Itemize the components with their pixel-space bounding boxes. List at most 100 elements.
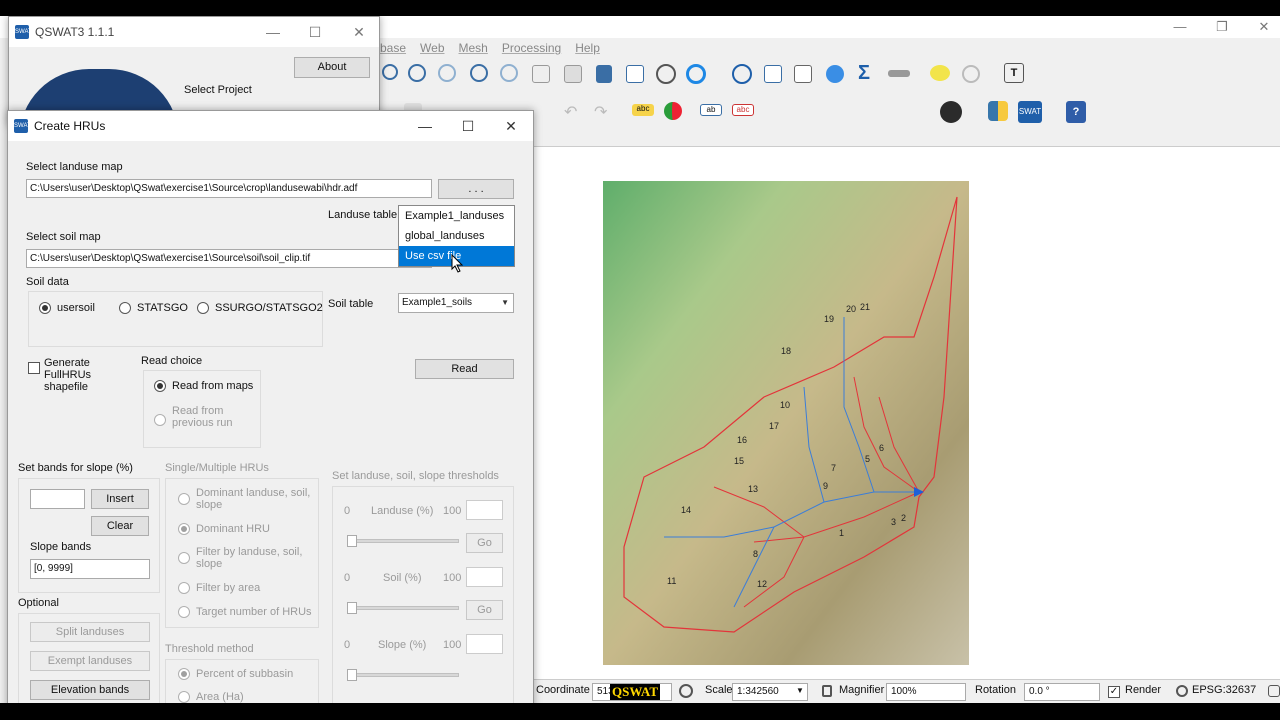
close-icon[interactable]: ✕: [1244, 16, 1280, 38]
help-icon[interactable]: ?: [1066, 101, 1086, 123]
soil-slider-track[interactable]: [347, 606, 459, 610]
attribute-table-icon[interactable]: [764, 65, 782, 83]
measure-icon[interactable]: [888, 70, 910, 77]
about-button[interactable]: About: [294, 57, 370, 78]
new-bookmark-icon[interactable]: [596, 65, 612, 83]
elevation-bands-button[interactable]: Elevation bands: [30, 680, 150, 700]
read-previous-radio[interactable]: [154, 414, 166, 426]
soil-go-button[interactable]: Go: [466, 600, 503, 620]
menu-database[interactable]: base: [380, 38, 406, 58]
map-canvas[interactable]: 19 20 21 18 10 17 16 6 15 5 7 13 9 14 3 …: [534, 146, 1280, 686]
menu-mesh[interactable]: Mesh: [459, 38, 488, 58]
statsgo-radio[interactable]: [119, 302, 131, 314]
diagram-icon[interactable]: [664, 102, 682, 120]
slope-bands-field[interactable]: [0, 9999]: [30, 559, 150, 579]
hide-label-icon[interactable]: abc: [732, 104, 754, 116]
landuse-slider-track[interactable]: [347, 539, 459, 543]
scale-label: Scale: [705, 684, 733, 696]
zoom-in-icon[interactable]: [408, 64, 426, 82]
menu-processing[interactable]: Processing: [502, 38, 561, 58]
crs-globe-icon[interactable]: [1176, 685, 1188, 697]
landuse-go-button[interactable]: Go: [466, 533, 503, 553]
soil-threshold-input[interactable]: [466, 567, 503, 587]
qswat-watermark: QSWAT: [610, 684, 660, 700]
soil-table-select[interactable]: Example1_soils ▼: [398, 293, 514, 313]
slope-slider-handle[interactable]: [347, 669, 357, 681]
processing-icon[interactable]: [826, 65, 844, 83]
magnifier-field[interactable]: 100%: [886, 683, 966, 701]
slope-slider-track[interactable]: [347, 673, 459, 677]
lock-icon[interactable]: [822, 685, 832, 697]
usersoil-radio[interactable]: [39, 302, 51, 314]
subbasin-label: 13: [748, 484, 758, 494]
read-from-maps-radio[interactable]: [154, 380, 166, 392]
temporal-icon[interactable]: [656, 64, 676, 84]
filter-area-radio[interactable]: [178, 582, 190, 594]
pan-icon[interactable]: [382, 64, 398, 80]
desktop: — ❐ ✕ base Web Mesh Processing Help Σ T: [0, 16, 1280, 703]
map-tips-icon[interactable]: [930, 65, 950, 81]
text-annotation-icon[interactable]: T: [1004, 63, 1024, 83]
zoom-layer-icon[interactable]: [500, 64, 518, 82]
close-icon[interactable]: ✕: [491, 111, 531, 141]
zoom-native-icon[interactable]: [564, 65, 582, 83]
decorations-icon[interactable]: [962, 65, 980, 83]
minimize-icon[interactable]: —: [253, 17, 293, 47]
watershed-map[interactable]: 19 20 21 18 10 17 16 6 15 5 7 13 9 14 3 …: [534, 147, 1280, 680]
statistics-icon[interactable]: Σ: [858, 62, 880, 84]
minimize-icon[interactable]: —: [405, 111, 445, 141]
label-icon[interactable]: abc: [632, 104, 654, 116]
percent-subbasin-radio[interactable]: [178, 668, 190, 680]
render-checkbox[interactable]: ✓: [1108, 686, 1120, 698]
zoom-selection-icon[interactable]: [532, 65, 550, 83]
landuse-threshold-input[interactable]: [466, 500, 503, 520]
landuse-option-example1[interactable]: Example1_landuses: [399, 206, 514, 226]
chevron-down-icon[interactable]: ▼: [796, 686, 804, 695]
slope-band-input[interactable]: [30, 489, 85, 509]
qswat-plugin-icon[interactable]: SWAT: [1018, 101, 1042, 123]
pin-label-icon[interactable]: ab: [700, 104, 722, 116]
menu-web[interactable]: Web: [420, 38, 444, 58]
insert-button[interactable]: Insert: [91, 489, 149, 509]
extents-icon[interactable]: [679, 684, 693, 698]
restore-icon[interactable]: ❐: [1202, 16, 1242, 38]
refresh-icon[interactable]: [686, 64, 706, 84]
field-calculator-icon[interactable]: [794, 65, 812, 83]
undo-icon[interactable]: ↶: [564, 102, 586, 124]
identify-icon[interactable]: [732, 64, 752, 84]
rotation-field[interactable]: 0.0 °: [1024, 683, 1100, 701]
filter-landuse-radio[interactable]: [178, 552, 190, 564]
globe-plugin-icon[interactable]: [940, 101, 962, 123]
show-bookmarks-icon[interactable]: [626, 65, 644, 83]
soil-map-input[interactable]: C:\Users\user\Desktop\QSwat\exercise1\So…: [26, 249, 432, 268]
dominant-hru-radio[interactable]: [178, 523, 190, 535]
redo-icon[interactable]: ↷: [594, 102, 616, 124]
maximize-icon[interactable]: ☐: [295, 17, 335, 47]
exempt-landuses-button[interactable]: Exempt landuses: [30, 651, 150, 671]
menu-help[interactable]: Help: [575, 38, 600, 58]
maximize-icon[interactable]: ☐: [448, 111, 488, 141]
split-landuses-button[interactable]: Split landuses: [30, 622, 150, 642]
slope-threshold-input[interactable]: [466, 634, 503, 654]
zoom-out-icon[interactable]: [438, 64, 456, 82]
soil-slider-handle[interactable]: [347, 602, 357, 614]
close-icon[interactable]: ✕: [339, 17, 379, 47]
clear-button[interactable]: Clear: [91, 516, 149, 536]
dominant-landuse-radio[interactable]: [178, 493, 190, 505]
landuse-slider-handle[interactable]: [347, 535, 357, 547]
slope-min: 0: [344, 639, 351, 651]
minimize-icon[interactable]: —: [1160, 16, 1200, 38]
messages-icon[interactable]: [1268, 685, 1280, 697]
browse-landuse-button[interactable]: . . .: [438, 179, 514, 199]
landuse-option-global[interactable]: global_landuses: [399, 226, 514, 246]
area-ha-radio[interactable]: [178, 691, 190, 703]
soil-data-label: Soil data: [26, 276, 69, 288]
ssurgo-radio[interactable]: [197, 302, 209, 314]
crs-label[interactable]: EPSG:32637: [1192, 684, 1256, 696]
full-hrus-checkbox[interactable]: [28, 362, 40, 374]
python-console-icon[interactable]: [988, 101, 1008, 121]
target-hrus-radio[interactable]: [178, 606, 190, 618]
landuse-map-input[interactable]: C:\Users\user\Desktop\QSwat\exercise1\So…: [26, 179, 432, 198]
read-button[interactable]: Read: [415, 359, 514, 379]
zoom-full-icon[interactable]: [470, 64, 488, 82]
